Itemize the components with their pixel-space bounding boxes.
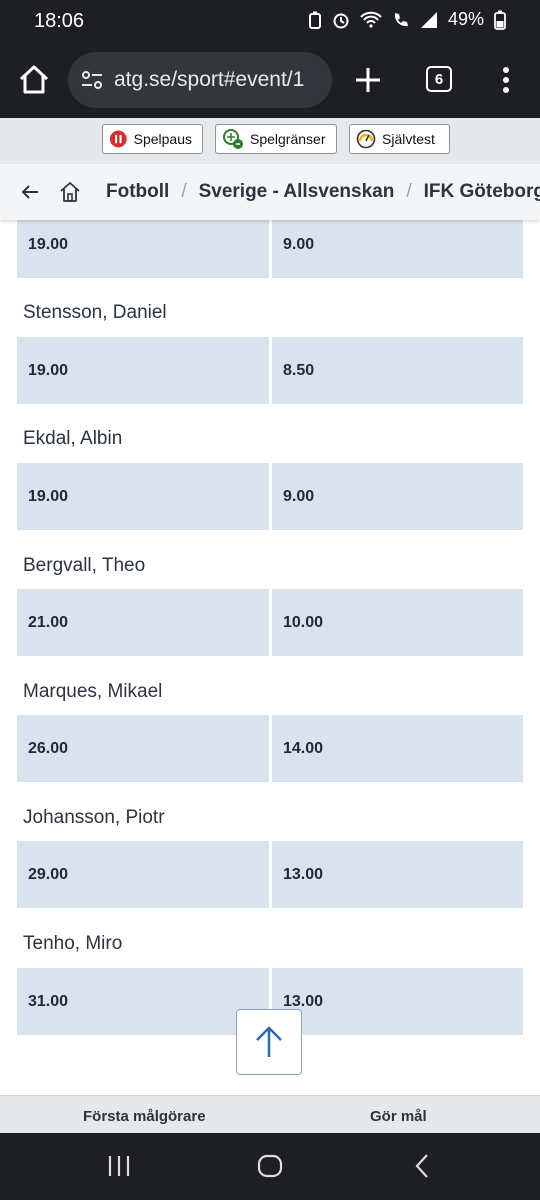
odds-list: 19.00 9.00 Stensson, Daniel 19.00 8.50 E… — [0, 220, 540, 1095]
system-nav-bar — [0, 1133, 540, 1200]
limits-icon — [223, 129, 243, 149]
odds-row: 19.00 9.00 — [17, 463, 523, 530]
player-name: Marques, Mikael — [23, 681, 163, 702]
sjalvtest-button[interactable]: Självtest — [349, 124, 450, 154]
odds-button-first-scorer[interactable]: 26.00 — [17, 715, 269, 782]
browser-toolbar: atg.se/sport#event/1 6 — [0, 44, 540, 118]
url-text: atg.se/sport#event/1 — [114, 68, 305, 91]
sjalvtest-label: Självtest — [382, 131, 435, 147]
odds-button-anytime-scorer[interactable]: 8.50 — [272, 337, 523, 404]
player-name: Johansson, Piotr — [23, 807, 165, 828]
spelgranser-button[interactable]: Spelgränser — [215, 124, 337, 154]
more-menu-icon[interactable] — [494, 62, 518, 98]
site-settings-icon[interactable] — [80, 68, 104, 92]
battery-saver-icon — [308, 11, 321, 29]
pause-icon — [109, 130, 127, 148]
address-bar[interactable]: atg.se/sport#event/1 — [68, 52, 332, 108]
recent-apps-icon[interactable] — [106, 1153, 132, 1179]
odds-button-first-scorer[interactable]: 19.00 — [17, 220, 269, 278]
status-bar: 18:06 49% — [0, 0, 540, 44]
home-nav-icon[interactable] — [257, 1153, 283, 1179]
player-name: Ekdal, Albin — [23, 428, 123, 449]
tab-switcher-button[interactable]: 6 — [426, 66, 452, 92]
odds-button-first-scorer[interactable]: 31.00 — [17, 968, 269, 1035]
breadcrumb-item-fotboll[interactable]: Fotboll — [106, 181, 169, 203]
volte-call-icon — [394, 12, 408, 26]
spelpaus-label: Spelpaus — [133, 131, 192, 147]
odds-button-anytime-scorer[interactable]: 13.00 — [272, 841, 523, 908]
breadcrumb-items: Fotboll / Sverige - Allsvenskan / IFK Gö… — [106, 181, 540, 203]
odds-button-anytime-scorer[interactable]: 14.00 — [272, 715, 523, 782]
signal-icon — [420, 11, 437, 28]
tab-gor-mal[interactable]: Gör mål — [370, 1108, 427, 1125]
status-icons: 49% — [308, 9, 506, 30]
odds-row: 19.00 9.00 — [17, 220, 523, 278]
breadcrumb-item-league[interactable]: Sverige - Allsvenskan — [199, 181, 395, 203]
back-arrow-icon[interactable] — [20, 182, 40, 202]
odds-button-first-scorer[interactable]: 19.00 — [17, 463, 269, 530]
odds-row: 19.00 8.50 — [17, 337, 523, 404]
battery-charging-icon — [494, 10, 506, 30]
alarm-icon — [333, 13, 349, 28]
breadcrumb: Fotboll / Sverige - Allsvenskan / IFK Gö… — [0, 164, 540, 220]
odds-row: 21.00 10.00 — [17, 589, 523, 656]
player-name: Bergvall, Theo — [23, 555, 146, 576]
status-time: 18:06 — [34, 10, 85, 32]
player-name: Tenho, Miro — [23, 933, 123, 954]
odds-row: 26.00 14.00 — [17, 715, 523, 782]
battery-percent: 49% — [447, 9, 484, 29]
tab-forsta-malgorare[interactable]: Första målgörare — [83, 1108, 206, 1125]
responsible-gaming-bar: Spelpaus Spelgränser Självtest — [0, 118, 540, 165]
odds-button-first-scorer[interactable]: 29.00 — [17, 841, 269, 908]
odds-button-anytime-scorer[interactable]: 9.00 — [272, 220, 523, 278]
breadcrumb-separator: / — [181, 181, 187, 202]
breadcrumb-separator: / — [406, 181, 412, 202]
odds-button-anytime-scorer[interactable]: 9.00 — [272, 463, 523, 530]
home-icon[interactable] — [58, 180, 82, 204]
odds-button-anytime-scorer[interactable]: 10.00 — [272, 589, 523, 656]
wifi-calling-icon — [360, 11, 382, 28]
gauge-icon — [356, 129, 376, 149]
spelgranser-label: Spelgränser — [250, 131, 326, 147]
odds-button-first-scorer[interactable]: 21.00 — [17, 589, 269, 656]
player-name: Stensson, Daniel — [23, 302, 167, 323]
market-tabs: Första målgörare Gör mål — [0, 1095, 540, 1134]
arrow-up-icon — [256, 1026, 282, 1057]
back-nav-icon[interactable] — [410, 1153, 436, 1179]
new-tab-icon[interactable] — [350, 62, 386, 98]
breadcrumb-item-match[interactable]: IFK Göteborg - — [424, 181, 540, 203]
home-icon[interactable] — [16, 62, 52, 98]
odds-button-anytime-scorer[interactable]: 13.00 — [272, 968, 523, 1035]
scroll-to-top-button[interactable] — [236, 1009, 302, 1075]
spelpaus-button[interactable]: Spelpaus — [102, 124, 203, 154]
odds-button-first-scorer[interactable]: 19.00 — [17, 337, 269, 404]
odds-row: 29.00 13.00 — [17, 841, 523, 908]
